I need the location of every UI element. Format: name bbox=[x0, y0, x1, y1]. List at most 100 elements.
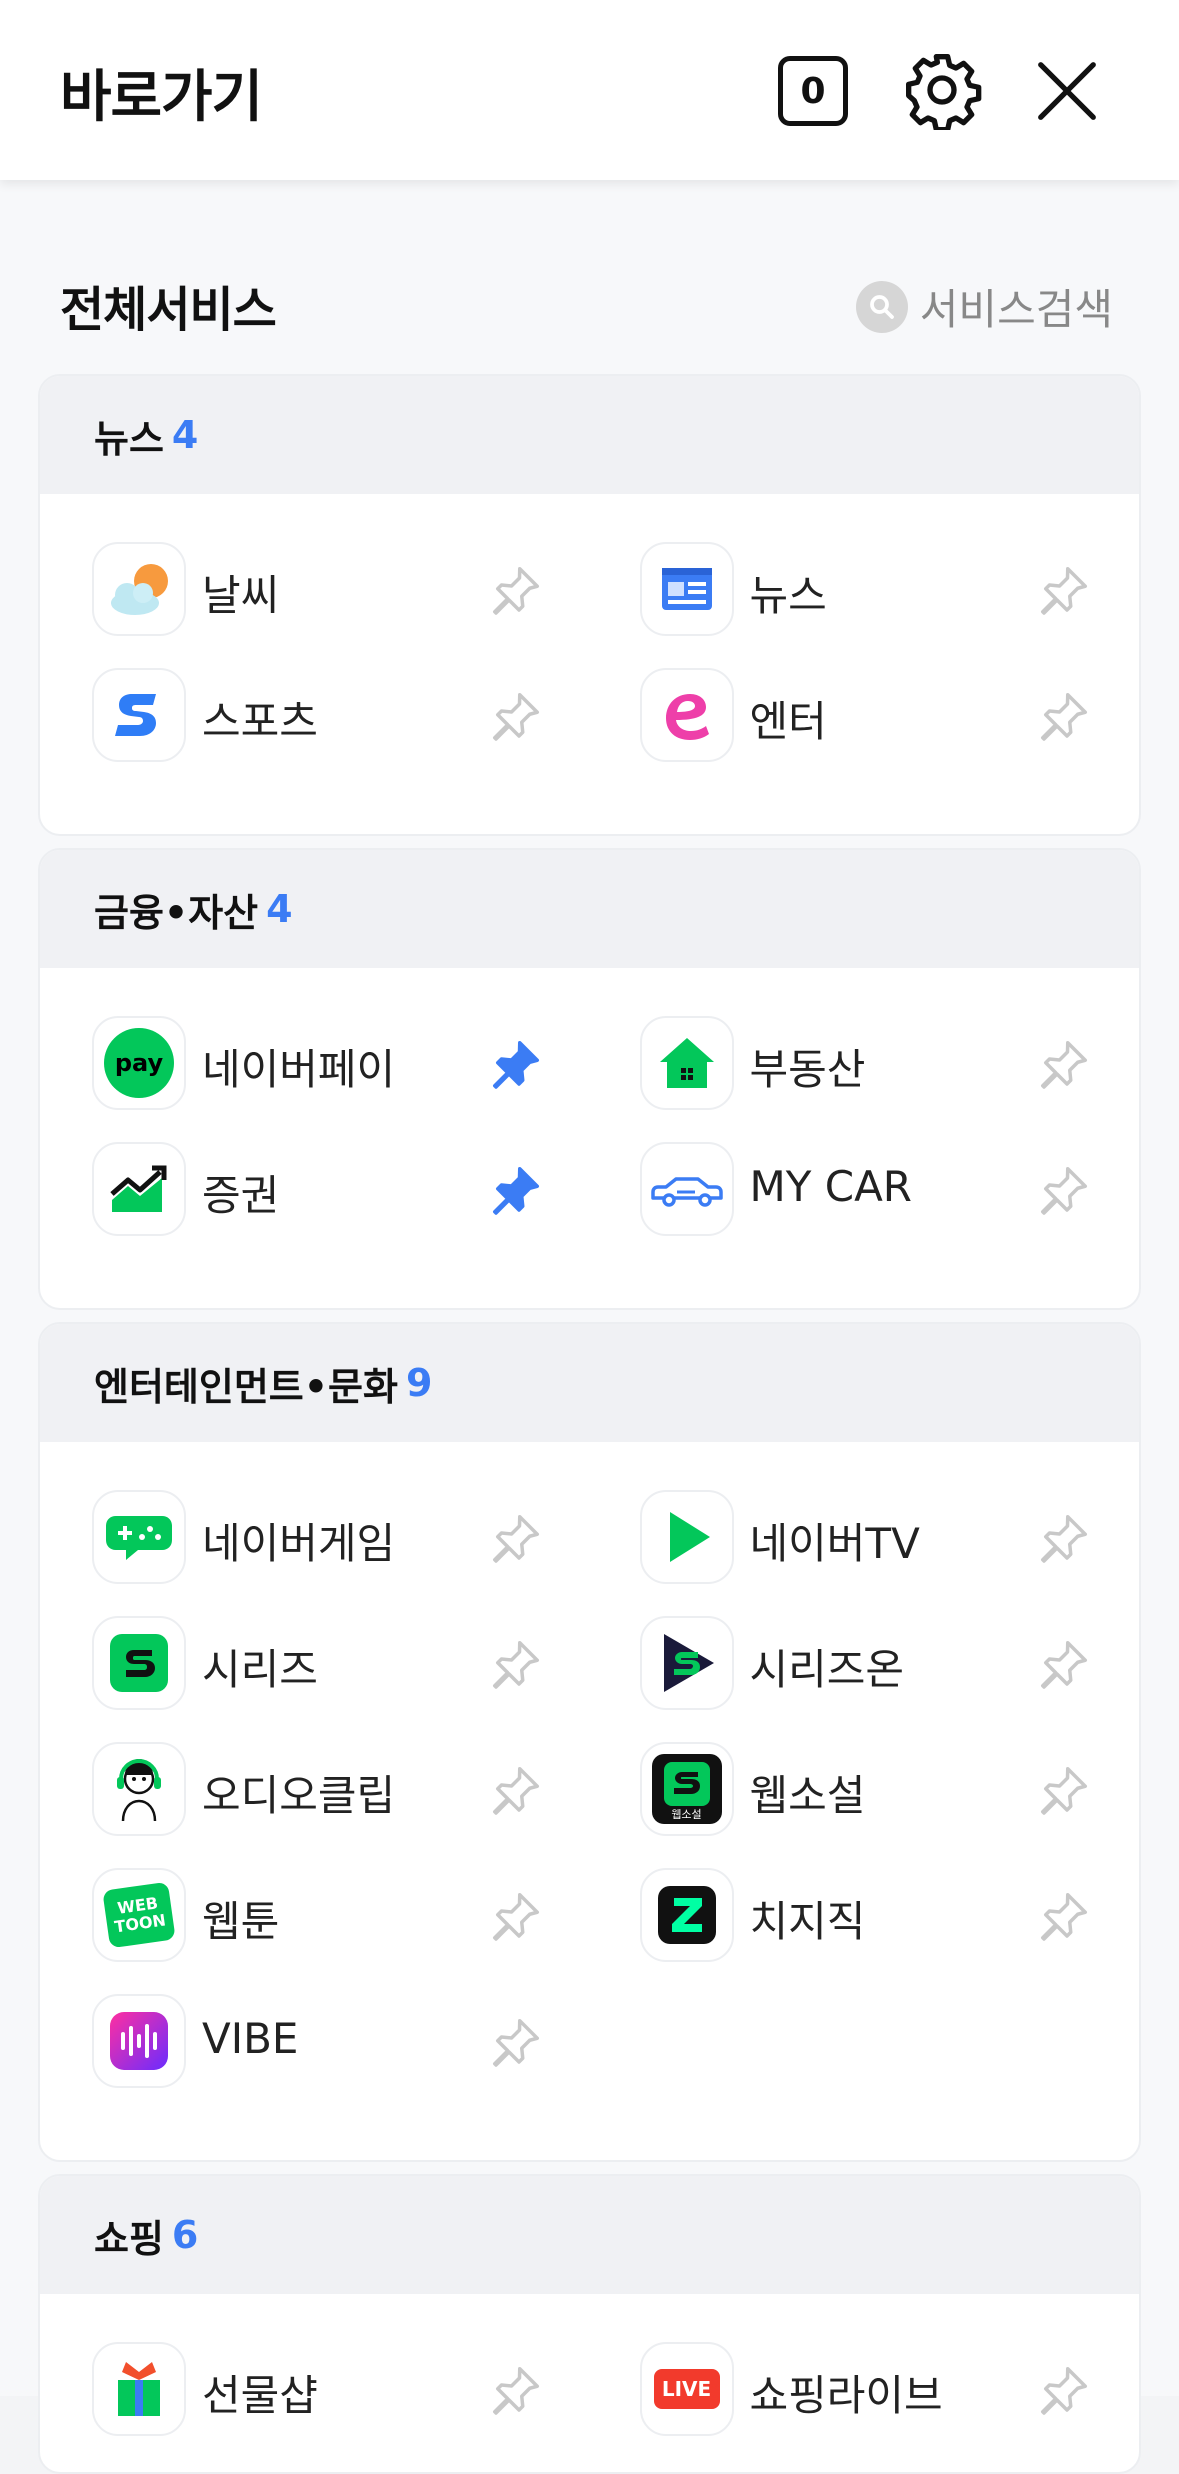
service-label: 웹툰 bbox=[202, 1897, 280, 1946]
category-name: 쇼핑 bbox=[94, 2216, 164, 2261]
webtoon-icon: WEB TOON bbox=[92, 1868, 186, 1962]
service-item-naverpay[interactable]: pay 네이버페이 bbox=[40, 1016, 590, 1142]
service-item-vibe[interactable]: VIBE bbox=[40, 1994, 590, 2120]
close-icon[interactable] bbox=[1032, 56, 1102, 126]
service-label: 선물샵 bbox=[202, 2371, 318, 2420]
pin-icon[interactable] bbox=[486, 1034, 546, 1094]
category-name: 뉴스 bbox=[94, 416, 164, 461]
pin-icon[interactable] bbox=[1034, 2360, 1094, 2420]
category-header: 엔터테인먼트•문화 9 bbox=[40, 1324, 1139, 1442]
service-item-navergame[interactable]: 네이버게임 bbox=[40, 1490, 590, 1616]
service-item-series[interactable]: 시리즈 bbox=[40, 1616, 590, 1742]
service-search-button[interactable]: 서비스검색 bbox=[855, 276, 1113, 337]
category-count: 4 bbox=[266, 887, 293, 931]
service-item-audioclip[interactable]: 오디오클립 bbox=[40, 1742, 590, 1868]
pin-icon[interactable] bbox=[1034, 1508, 1094, 1568]
category-header: 금융•자산 4 bbox=[40, 850, 1139, 968]
serieson-icon bbox=[639, 1616, 734, 1710]
service-item-news[interactable]: 뉴스 bbox=[590, 542, 1140, 668]
enter-icon bbox=[639, 668, 734, 762]
pin-icon[interactable] bbox=[1034, 1160, 1094, 1220]
service-label: 쇼핑라이브 bbox=[749, 2371, 943, 2420]
top-bar: 바로가기 0 bbox=[0, 0, 1179, 180]
pay-text: pay bbox=[104, 1028, 174, 1098]
notification-badge-button[interactable]: 0 bbox=[778, 56, 848, 126]
category-card-entertainment: 엔터테인먼트•문화 9 네이버게임 네이버TV 시리즈 시리즈온 오디오클립 웹… bbox=[38, 1322, 1141, 2162]
category-count: 9 bbox=[405, 1361, 433, 1405]
news-icon bbox=[639, 542, 734, 636]
service-item-webtoon[interactable]: WEB TOON 웹툰 bbox=[40, 1868, 590, 1994]
sports-icon bbox=[92, 668, 186, 762]
webnovel-icon-text: 웹소설 bbox=[671, 1808, 702, 1821]
service-item-mycar[interactable]: MY CAR bbox=[590, 1142, 1140, 1268]
service-label: MY CAR bbox=[749, 1162, 912, 1211]
pin-icon[interactable] bbox=[486, 2012, 546, 2072]
pin-icon[interactable] bbox=[486, 1634, 546, 1694]
category-card-news: 뉴스 4 날씨 뉴스 스포츠 엔터 bbox=[38, 374, 1141, 836]
service-label: 엔터 bbox=[749, 697, 827, 746]
search-icon bbox=[855, 280, 908, 333]
pin-icon[interactable] bbox=[486, 1886, 546, 1946]
gear-icon[interactable] bbox=[902, 50, 982, 130]
realestate-icon bbox=[639, 1016, 734, 1110]
service-item-giftshop[interactable]: 선물샵 bbox=[40, 2342, 590, 2468]
pin-icon[interactable] bbox=[1034, 1034, 1094, 1094]
section-heading: 전체서비스 bbox=[60, 282, 277, 338]
service-label: 웹소설 bbox=[749, 1771, 866, 1820]
service-label: VIBE bbox=[202, 2014, 299, 2063]
pin-icon[interactable] bbox=[486, 560, 546, 620]
service-item-chzzk[interactable]: 치지직 bbox=[590, 1868, 1140, 1994]
service-label: 치지직 bbox=[749, 1897, 866, 1946]
service-label: 네이버페이 bbox=[202, 1045, 396, 1094]
car-icon bbox=[639, 1142, 734, 1236]
service-item-navertv[interactable]: 네이버TV bbox=[590, 1490, 1140, 1616]
page-title: 바로가기 bbox=[60, 65, 263, 130]
pin-icon[interactable] bbox=[1034, 1634, 1094, 1694]
pin-icon[interactable] bbox=[486, 1160, 546, 1220]
pin-icon[interactable] bbox=[1034, 686, 1094, 746]
service-item-weather[interactable]: 날씨 bbox=[40, 542, 590, 668]
category-name: 금융•자산 bbox=[94, 890, 259, 935]
service-label: 네이버게임 bbox=[202, 1519, 396, 1568]
category-card-shopping: 쇼핑 6 선물샵 LIVE 쇼핑라이브 bbox=[38, 2174, 1141, 2474]
audioclip-icon bbox=[92, 1742, 186, 1836]
service-item-serieson[interactable]: 시리즈온 bbox=[590, 1616, 1140, 1742]
category-count: 6 bbox=[171, 2213, 199, 2257]
game-icon bbox=[92, 1490, 186, 1584]
service-item-stock[interactable]: 증권 bbox=[40, 1142, 590, 1268]
pin-icon[interactable] bbox=[486, 1508, 546, 1568]
service-item-webnovel[interactable]: 웹소설 웹소설 bbox=[590, 1742, 1140, 1868]
live-text: LIVE bbox=[653, 2369, 720, 2409]
service-item-realestate[interactable]: 부동산 bbox=[590, 1016, 1140, 1142]
webnovel-icon: 웹소설 bbox=[639, 1742, 734, 1836]
giftshop-icon bbox=[92, 2342, 186, 2436]
category-count: 4 bbox=[171, 413, 199, 457]
vibe-icon bbox=[92, 1994, 186, 2088]
naverpay-icon: pay bbox=[92, 1016, 186, 1110]
navertv-icon bbox=[639, 1490, 734, 1584]
service-label: 증권 bbox=[202, 1171, 280, 1220]
service-item-sports[interactable]: 스포츠 bbox=[40, 668, 590, 794]
stock-icon bbox=[92, 1142, 186, 1236]
pin-icon[interactable] bbox=[1034, 1760, 1094, 1820]
service-label: 오디오클립 bbox=[202, 1771, 396, 1820]
service-label: 스포츠 bbox=[202, 697, 318, 746]
service-label: 시리즈 bbox=[202, 1645, 318, 1694]
service-label: 뉴스 bbox=[749, 571, 827, 620]
pin-icon[interactable] bbox=[486, 686, 546, 746]
service-label: 네이버TV bbox=[749, 1519, 920, 1568]
service-item-shoppinglive[interactable]: LIVE 쇼핑라이브 bbox=[590, 2342, 1140, 2468]
shoppinglive-icon: LIVE bbox=[639, 2342, 734, 2436]
service-label: 시리즈온 bbox=[749, 1645, 905, 1694]
category-card-finance: 금융•자산 4 pay 네이버페이 부동산 증권 MY CAR bbox=[38, 848, 1141, 1310]
weather-icon bbox=[92, 542, 186, 636]
pin-icon[interactable] bbox=[486, 1760, 546, 1820]
service-label: 날씨 bbox=[202, 571, 280, 620]
pin-icon[interactable] bbox=[1034, 560, 1094, 620]
service-label: 부동산 bbox=[749, 1045, 866, 1094]
service-item-enter[interactable]: 엔터 bbox=[590, 668, 1140, 794]
category-name: 엔터테인먼트•문화 bbox=[94, 1364, 398, 1409]
pin-icon[interactable] bbox=[486, 2360, 546, 2420]
category-header: 쇼핑 6 bbox=[40, 2176, 1139, 2294]
pin-icon[interactable] bbox=[1034, 1886, 1094, 1946]
